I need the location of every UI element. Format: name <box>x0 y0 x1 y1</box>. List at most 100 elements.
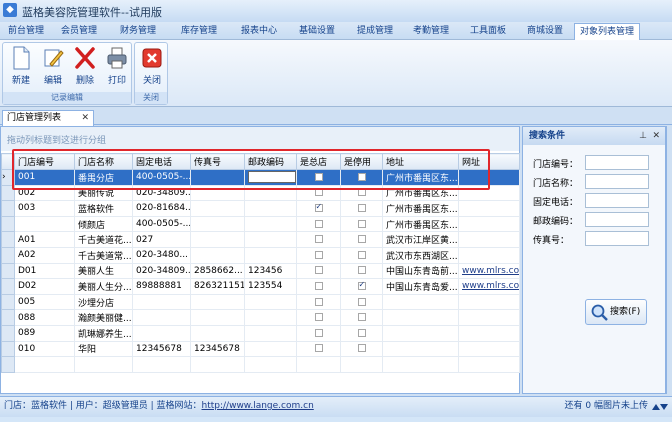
table-cell[interactable] <box>190 215 245 233</box>
fax-input[interactable] <box>585 231 649 246</box>
checkbox[interactable] <box>357 219 366 228</box>
table-cell[interactable]: 002 <box>14 184 75 202</box>
table-cell[interactable]: 089 <box>14 324 75 342</box>
table-cell[interactable] <box>458 231 520 248</box>
checkbox[interactable] <box>357 280 366 290</box>
table-cell[interactable]: 千古美道常... <box>74 246 133 264</box>
table-cell[interactable]: 中国山东青岛前... <box>382 262 459 280</box>
checkbox[interactable] <box>314 250 323 259</box>
delete-button[interactable]: 删除 <box>70 46 100 86</box>
menu-tab-commission[interactable]: 提成管理 <box>346 23 404 40</box>
menu-tab-tools[interactable]: 工具面板 <box>460 23 516 40</box>
new-button[interactable]: 新建 <box>6 46 36 86</box>
column-header[interactable]: 门店名称 <box>74 153 133 170</box>
checkbox[interactable] <box>357 250 366 259</box>
pin-icon[interactable]: ⊥ <box>639 127 647 145</box>
menu-tab-members[interactable]: 会员管理 <box>52 23 106 40</box>
table-cell[interactable] <box>190 231 245 248</box>
is-disabled-cell[interactable] <box>340 215 383 233</box>
table-cell[interactable] <box>190 293 245 311</box>
table-cell[interactable] <box>244 309 297 326</box>
checkbox[interactable] <box>314 235 323 244</box>
table-cell[interactable] <box>244 169 297 186</box>
checkbox[interactable] <box>357 203 366 212</box>
table-cell[interactable]: 400-0505-... <box>132 215 191 233</box>
table-cell[interactable]: 蓝格软件 <box>74 200 133 217</box>
checkbox[interactable] <box>314 313 323 322</box>
table-cell[interactable] <box>458 169 520 186</box>
is-disabled-cell[interactable] <box>340 324 383 342</box>
table-cell[interactable] <box>244 231 297 248</box>
is-head-store-cell[interactable] <box>296 262 341 280</box>
is-head-store-cell[interactable] <box>296 215 341 233</box>
store-name-input[interactable] <box>585 174 649 189</box>
is-disabled-cell[interactable] <box>340 340 383 358</box>
table-cell[interactable]: A01 <box>14 231 75 248</box>
table-cell[interactable] <box>244 293 297 311</box>
table-cell[interactable] <box>14 215 75 233</box>
table-cell[interactable] <box>244 184 297 202</box>
is-disabled-cell[interactable] <box>340 293 383 311</box>
table-cell[interactable] <box>132 293 191 311</box>
table-cell[interactable]: D02 <box>14 278 75 295</box>
checkbox[interactable] <box>314 297 323 306</box>
table-cell[interactable] <box>382 309 459 326</box>
is-disabled-cell[interactable] <box>340 231 383 248</box>
is-disabled-cell[interactable] <box>340 184 383 202</box>
is-head-store-cell[interactable] <box>296 309 341 326</box>
website-link[interactable]: http://www.lange.com.cn <box>202 401 314 411</box>
table-cell[interactable]: 广州市番禺区东... <box>382 215 459 233</box>
table-cell[interactable]: 番禺分店 <box>74 169 133 186</box>
row-indicator[interactable] <box>1 309 15 326</box>
column-header[interactable]: 邮政编码 <box>244 153 297 170</box>
is-disabled-cell[interactable] <box>340 246 383 264</box>
table-cell[interactable]: 武汉市东西湖区... <box>382 246 459 264</box>
table-cell[interactable]: D01 <box>14 262 75 280</box>
table-cell[interactable]: 123456 <box>244 262 297 280</box>
row-indicator[interactable] <box>1 215 15 233</box>
website-link[interactable]: www.mlrs.com <box>462 281 519 291</box>
table-cell[interactable]: 12345678 <box>132 340 191 358</box>
store-code-input[interactable] <box>585 155 649 170</box>
menu-tab-front-desk[interactable]: 前台管理 <box>2 23 50 40</box>
table-cell[interactable] <box>458 184 520 202</box>
table-cell[interactable]: 华阳 <box>74 340 133 358</box>
menu-tab-inventory[interactable]: 库存管理 <box>170 23 228 40</box>
table-cell[interactable] <box>132 324 191 342</box>
is-disabled-cell[interactable] <box>340 278 383 295</box>
table-cell[interactable] <box>458 215 520 233</box>
table-cell[interactable]: 倾颜店 <box>74 215 133 233</box>
table-cell[interactable] <box>244 340 297 358</box>
checkbox[interactable] <box>357 266 366 275</box>
table-cell[interactable]: 088 <box>14 309 75 326</box>
is-head-store-cell[interactable] <box>296 278 341 295</box>
table-cell[interactable] <box>458 324 520 342</box>
checkbox[interactable] <box>357 172 366 181</box>
row-indicator[interactable] <box>1 340 15 358</box>
cell-editor[interactable] <box>248 171 296 184</box>
table-row[interactable]: D01 美丽人生 020-34809... 2858662... 123456 中国山东青… <box>1 262 520 280</box>
column-header[interactable]: 是总店 <box>296 153 341 170</box>
table-cell[interactable]: 美丽人生 <box>74 262 133 280</box>
table-row[interactable]: › 001 番禺分店 400-0505-... 广州市番禺区东... <box>1 169 520 186</box>
close-button[interactable]: 关闭 <box>137 46 167 86</box>
table-cell[interactable]: 020-3480... <box>132 246 191 264</box>
is-head-store-cell[interactable] <box>296 200 341 217</box>
checkbox[interactable] <box>314 202 323 212</box>
group-by-hint[interactable]: 拖动列标题到这进行分组 <box>1 127 519 151</box>
row-indicator[interactable] <box>1 324 15 342</box>
is-disabled-cell[interactable] <box>340 200 383 217</box>
table-cell[interactable]: 广州市番禺区东... <box>382 200 459 217</box>
row-indicator[interactable] <box>1 278 15 295</box>
table-cell[interactable] <box>458 200 520 217</box>
column-header[interactable]: 网址 <box>458 153 520 170</box>
table-cell[interactable]: 400-0505-... <box>132 169 191 186</box>
checkbox[interactable] <box>314 266 323 275</box>
phone-input[interactable] <box>585 193 649 208</box>
table-cell[interactable]: 美丽传说 <box>74 184 133 202</box>
table-cell[interactable]: 005 <box>14 293 75 311</box>
checkbox[interactable] <box>357 235 366 244</box>
table-cell[interactable]: A02 <box>14 246 75 264</box>
table-cell[interactable]: 003 <box>14 200 75 217</box>
table-cell[interactable] <box>458 340 520 358</box>
